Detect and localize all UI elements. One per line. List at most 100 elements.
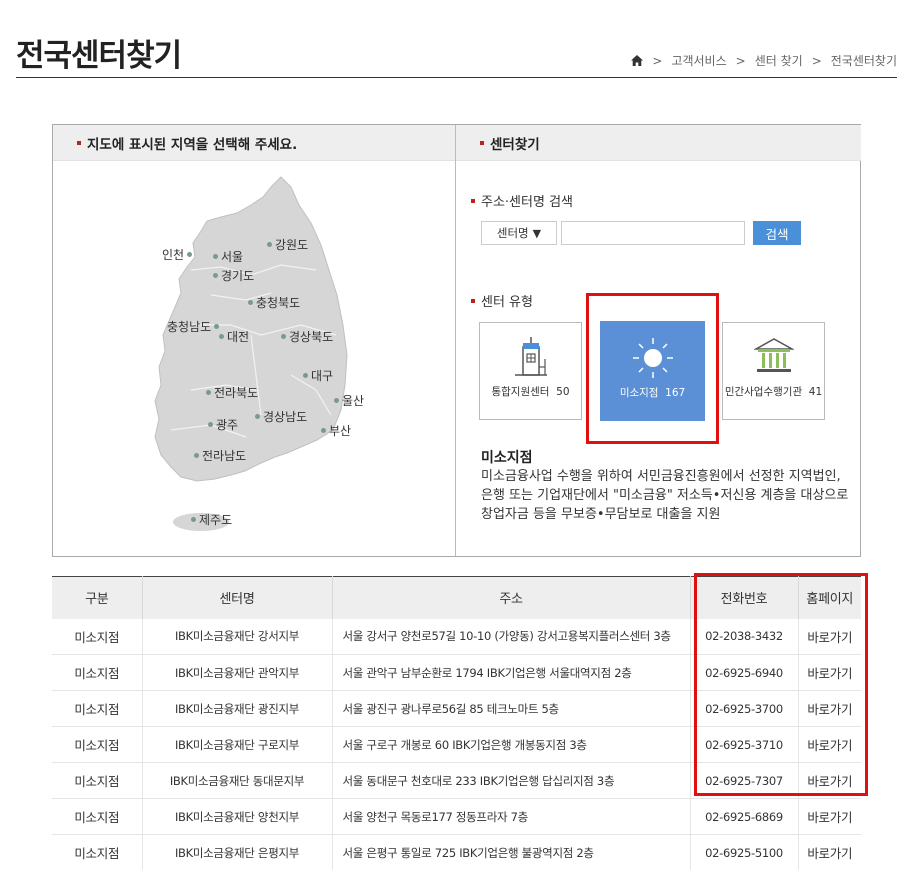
map-panel-heading: 지도에 표시된 지역을 선택해 주세요.: [87, 136, 298, 153]
search-label: 주소·센터명 검색: [481, 195, 573, 210]
region-gyeongnam[interactable]: 경상남도: [255, 408, 307, 425]
breadcrumb-current: 전국센터찾기: [830, 54, 897, 68]
bullet-icon: [471, 298, 475, 303]
table-row: 미소지점 IBK미소금융재단 양천지부 서울 양천구 목동로177 정동프라자 7층…: [52, 798, 861, 835]
homepage-link[interactable]: 바로가기: [797, 690, 861, 727]
cell-center-name: IBK미소금융재단 은평지부: [141, 834, 332, 870]
region-dot: [191, 517, 196, 522]
breadcrumb-customer-service[interactable]: 고객서비스: [671, 52, 726, 69]
type-card-miso[interactable]: 미소지점 167: [600, 321, 705, 421]
cell-address: 서울 관악구 남부순환로 1794 IBK기업은행 서울대역지점 2층: [331, 654, 690, 691]
cell-phone: 02-6925-5100: [689, 834, 798, 870]
region-gangwon[interactable]: 강원도: [267, 236, 308, 253]
cell-phone: 02-2038-3432: [689, 618, 798, 655]
type-count: 41: [808, 386, 823, 398]
region-daejeon[interactable]: 대전: [219, 328, 249, 345]
home-icon[interactable]: [631, 55, 644, 66]
type-description-body: 미소금융사업 수행을 위하여 서민금융진흥원에서 선정한 지역법인, 은행 또는…: [481, 469, 849, 522]
region-dot: [208, 422, 213, 427]
region-incheon[interactable]: 인천: [162, 246, 193, 263]
finder-panel-header: 센터찾기: [456, 125, 861, 161]
panel-divider: [455, 125, 456, 556]
cell-address: 서울 구로구 개봉로 60 IBK기업은행 개봉동지점 3층: [331, 726, 690, 763]
cell-address: 서울 강서구 양천로57길 10-10 (가양동) 강서고용복지플러스센터 3층: [331, 618, 690, 655]
search-type-select[interactable]: 센터명 ▼: [481, 221, 557, 245]
region-jeonbuk[interactable]: 전라북도: [206, 384, 258, 401]
breadcrumb: > 고객서비스 > 센터 찾기 > 전국센터찾기: [631, 52, 897, 69]
region-dot: [281, 334, 286, 339]
cell-address: 서울 광진구 광나루로56길 85 테크노마트 5층: [331, 690, 690, 727]
region-label: 대전: [227, 330, 250, 344]
bullet-icon: [480, 140, 484, 145]
centers-table: 구분 센터명 주소 전화번호 홈페이지 미소지점 IBK미소금융재단 강서지부 서울…: [52, 576, 861, 870]
homepage-link[interactable]: 바로가기: [797, 726, 861, 763]
finder-panel-heading: 센터찾기: [490, 136, 540, 153]
region-gyeonggi[interactable]: 경기도: [213, 267, 254, 284]
cell-type: 미소지점: [74, 666, 120, 681]
cell-type: 미소지점: [74, 629, 120, 645]
header-center-name: 센터명: [141, 576, 332, 619]
region-dot: [194, 453, 199, 458]
table-header-row: 구분 센터명 주소 전화번호 홈페이지: [52, 576, 861, 619]
type-caption: 민간사업수행기관 41: [723, 384, 824, 399]
chevron-down-icon: ▼: [532, 226, 542, 240]
region-dot: [213, 273, 218, 278]
table-row: 미소지점 IBK미소금융재단 강서지부 서울 강서구 양천로57길 10-10 (가…: [52, 618, 861, 655]
homepage-link[interactable]: 바로가기: [797, 834, 861, 870]
page-title: 전국센터찾기: [16, 38, 182, 74]
type-name: 통합지원센터: [491, 386, 550, 398]
region-gyeongbuk[interactable]: 경상북도: [281, 328, 333, 345]
table-row: 미소지점 IBK미소금융재단 구로지부 서울 구로구 개봉로 60 IBK기업은행 …: [52, 726, 861, 763]
cell-phone: 02-6925-6940: [689, 654, 798, 691]
region-busan[interactable]: 부산: [321, 422, 351, 439]
region-dot: [187, 252, 193, 257]
region-label: 울산: [342, 394, 365, 408]
region-label: 인천: [162, 248, 185, 262]
region-gwangju[interactable]: 광주: [208, 416, 238, 433]
region-label: 경기도: [221, 269, 255, 283]
header-address: 주소: [331, 576, 690, 619]
region-dot: [255, 414, 260, 419]
search-button[interactable]: 검색: [753, 221, 801, 245]
type-name: 미소지점: [619, 387, 659, 399]
search-input[interactable]: [561, 221, 745, 245]
breadcrumb-separator: >: [811, 53, 822, 68]
region-ulsan[interactable]: 울산: [334, 392, 364, 409]
bullet-icon: [471, 198, 475, 203]
region-daegu[interactable]: 대구: [303, 367, 333, 384]
cell-address: 서울 은평구 통일로 725 IBK기업은행 불광역지점 2층: [331, 834, 690, 870]
type-count: 167: [665, 387, 686, 399]
region-jeonnam[interactable]: 전라남도: [194, 447, 246, 464]
cell-phone: 02-6925-7307: [689, 762, 798, 799]
region-label: 서울: [221, 250, 244, 264]
cell-center-name: IBK미소금융재단 동대문지부: [141, 762, 332, 799]
region-label: 제주도: [199, 513, 233, 527]
region-jeju[interactable]: 제주도: [191, 511, 232, 528]
homepage-link[interactable]: 바로가기: [797, 762, 861, 799]
region-label: 경상북도: [289, 330, 334, 344]
search-section-label: 주소·센터명 검색: [471, 191, 573, 210]
homepage-link[interactable]: 바로가기: [797, 618, 861, 655]
type-card-integrated[interactable]: 통합지원센터 50: [479, 322, 582, 420]
select-value: 센터명: [496, 226, 529, 240]
region-label: 대구: [311, 369, 334, 383]
breadcrumb-separator: >: [652, 53, 663, 68]
region-dot: [248, 300, 253, 305]
breadcrumb-center-find[interactable]: 센터 찾기: [755, 52, 803, 69]
region-label: 전라북도: [214, 386, 259, 400]
type-name: 민간사업수행기관: [724, 386, 803, 398]
region-dot: [303, 373, 308, 378]
table-row: 미소지점 IBK미소금융재단 동대문지부 서울 동대문구 천호대로 233 IBK기…: [52, 762, 861, 799]
cell-type: 미소지점: [74, 846, 120, 861]
homepage-link[interactable]: 바로가기: [797, 654, 861, 691]
korea-map[interactable]: [151, 175, 351, 540]
region-chungbuk[interactable]: 충청북도: [248, 294, 300, 311]
region-label: 충청북도: [256, 296, 301, 310]
region-seoul[interactable]: 서울: [213, 248, 243, 265]
type-card-private[interactable]: 민간사업수행기관 41: [722, 322, 825, 420]
homepage-link[interactable]: 바로가기: [797, 798, 861, 835]
region-label: 강원도: [275, 238, 309, 252]
region-chungnam[interactable]: 충청남도: [167, 318, 220, 335]
type-caption: 미소지점 167: [601, 385, 704, 400]
cell-phone: 02-6925-3700: [689, 690, 798, 727]
